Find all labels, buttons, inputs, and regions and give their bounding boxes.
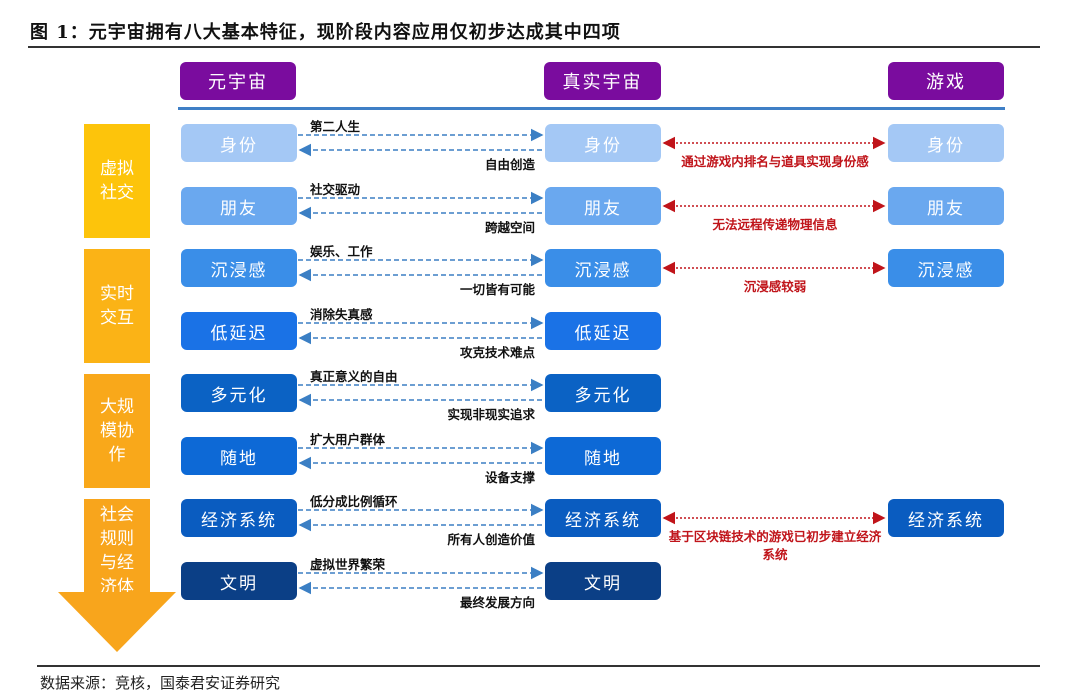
- source-rule: [37, 665, 1040, 667]
- source-note: 数据来源：竞核，国泰君安证券研究: [40, 674, 281, 692]
- connectors-svg: [298, 128, 886, 595]
